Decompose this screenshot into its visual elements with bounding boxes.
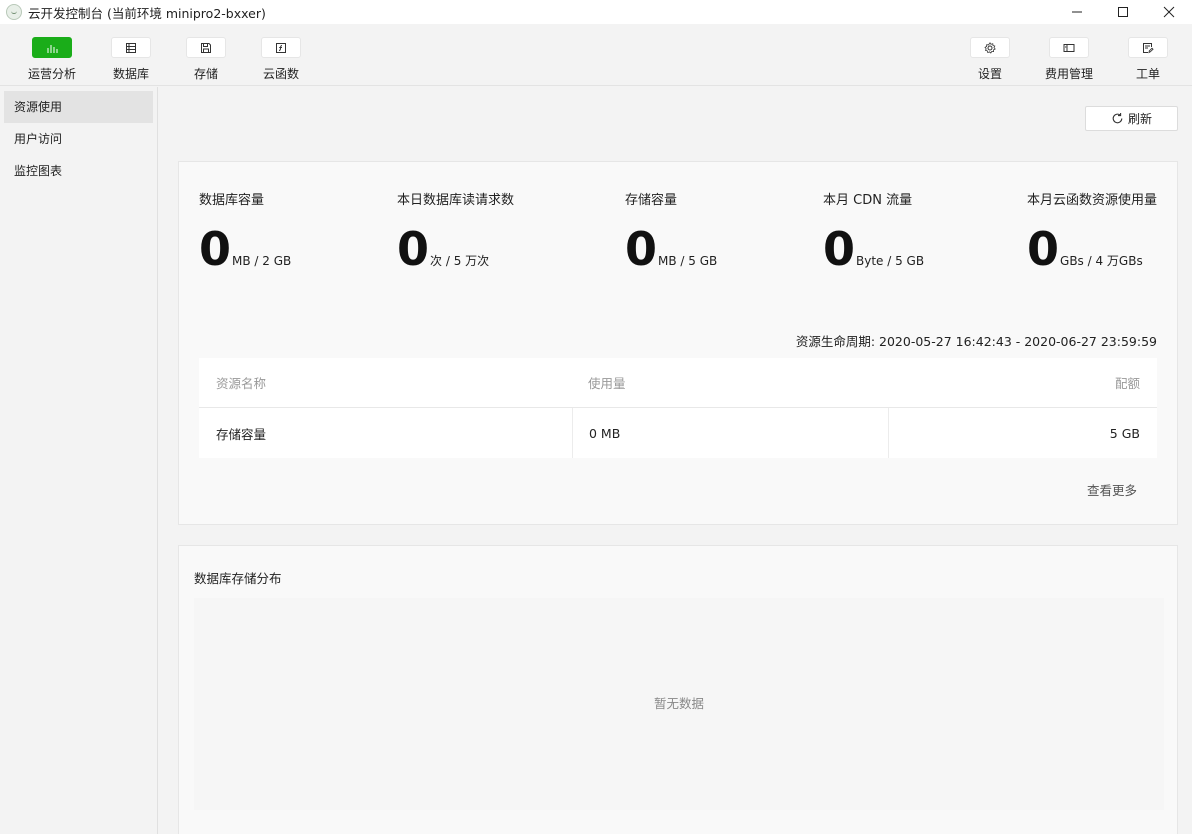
toolbar-icon-box <box>111 37 151 58</box>
table-cell: 5 GB <box>888 408 1157 458</box>
minimize-button[interactable] <box>1054 0 1100 24</box>
minimize-icon <box>1072 11 1082 13</box>
stat-db-read-requests: 本日数据库读请求数 0 次 / 5 万次 <box>397 189 514 272</box>
table-cell: 0 MB <box>572 408 888 458</box>
toolbar-billing[interactable]: 费用管理 <box>1039 37 1099 82</box>
database-icon <box>126 42 136 53</box>
view-more-link[interactable]: 查看更多 <box>1087 480 1137 499</box>
toolbar-icon-box <box>970 37 1010 58</box>
toolbar-icon-box <box>186 37 226 58</box>
stat-value: 0 Byte / 5 GB <box>823 226 924 272</box>
app-logo-icon <box>6 4 22 20</box>
toolbar-ticket[interactable]: 工单 <box>1118 37 1178 82</box>
stat-unit: Byte / 5 GB <box>856 254 925 268</box>
toolbar-label: 费用管理 <box>1044 67 1093 81</box>
card-title: 数据库存储分布 <box>194 571 282 586</box>
title-bar: 云开发控制台 (当前环境 minipro2-bxxer) <box>0 0 1192 24</box>
stat-title: 存储容量 <box>625 193 678 208</box>
close-icon <box>1163 6 1175 18</box>
stat-number: 0 <box>199 222 232 276</box>
toolbar-label: 存储 <box>193 67 218 81</box>
storage-icon <box>201 42 211 53</box>
toolbar-icon-box <box>32 37 72 58</box>
toolbar-label: 数据库 <box>112 67 149 81</box>
window-controls <box>1054 0 1192 24</box>
ticket-icon <box>1143 42 1154 53</box>
close-button[interactable] <box>1146 0 1192 24</box>
stat-title: 本日数据库读请求数 <box>397 193 515 208</box>
refresh-button[interactable]: 刷新 <box>1085 106 1178 131</box>
gear-icon <box>984 41 996 54</box>
top-toolbar: 运营分析 数据库 存储 云函数 设置 费用管理 工单 <box>0 24 1192 86</box>
stat-cloud-function-usage: 本月云函数资源使用量 0 GBs / 4 万GBs <box>1027 189 1157 272</box>
stat-unit: MB / 2 GB <box>232 254 292 268</box>
stat-number: 0 <box>1027 222 1060 276</box>
toolbar-icon-box <box>1049 37 1089 58</box>
toolbar-storage[interactable]: 存储 <box>176 37 236 82</box>
function-icon <box>276 42 286 53</box>
table-header: 资源名称 使用量 配额 <box>199 358 1157 408</box>
stat-number: 0 <box>823 222 856 276</box>
empty-state-text: 暂无数据 <box>653 696 704 711</box>
maximize-icon <box>1118 7 1128 17</box>
table-row: 存储容量 0 MB 5 GB <box>199 408 1157 458</box>
stat-number: 0 <box>397 222 430 276</box>
sidebar-item-resource-usage[interactable]: 资源使用 <box>4 91 153 123</box>
stat-value: 0 GBs / 4 万GBs <box>1027 226 1157 272</box>
toolbar-label: 设置 <box>977 67 1002 81</box>
toolbar-label: 云函数 <box>262 67 299 81</box>
toolbar-database[interactable]: 数据库 <box>101 37 161 82</box>
stat-database-capacity: 数据库容量 0 MB / 2 GB <box>199 189 291 272</box>
window-title: 云开发控制台 (当前环境 minipro2-bxxer) <box>28 5 266 21</box>
stat-unit: 次 / 5 万次 <box>430 254 490 268</box>
column-header: 使用量 <box>588 376 626 391</box>
stat-title: 本月云函数资源使用量 <box>1027 193 1158 208</box>
stat-unit: GBs / 4 万GBs <box>1060 254 1143 268</box>
resource-lifecycle: 资源生命周期: 2020-05-27 16:42:43 - 2020-06-27… <box>795 334 1157 349</box>
main-content: 刷新 数据库容量 0 MB / 2 GB 本日数据库读请求数 0 次 / 5 万… <box>158 87 1192 834</box>
db-storage-distribution-card: 数据库存储分布 暂无数据 <box>178 545 1178 834</box>
toolbar-operations-analysis[interactable]: 运营分析 <box>22 37 82 82</box>
column-header: 资源名称 <box>216 376 267 391</box>
resource-table: 资源名称 使用量 配额 存储容量 0 MB 5 GB <box>199 358 1157 458</box>
refresh-label: 刷新 <box>1127 112 1152 126</box>
toolbar-icon-box <box>261 37 301 58</box>
sidebar-item-user-access[interactable]: 用户访问 <box>4 123 153 155</box>
stat-cdn-traffic: 本月 CDN 流量 0 Byte / 5 GB <box>823 189 924 272</box>
sidebar: 资源使用 用户访问 监控图表 <box>0 87 158 834</box>
stat-storage-capacity: 存储容量 0 MB / 5 GB <box>625 189 717 272</box>
refresh-icon <box>1112 113 1123 124</box>
toolbar-settings[interactable]: 设置 <box>960 37 1020 82</box>
stat-title: 本月 CDN 流量 <box>823 193 913 208</box>
stat-number: 0 <box>625 222 658 276</box>
stat-unit: MB / 5 GB <box>658 254 718 268</box>
bar-chart-icon <box>47 44 58 53</box>
stat-value: 0 MB / 2 GB <box>199 226 291 272</box>
sidebar-item-monitor-charts[interactable]: 监控图表 <box>4 155 153 187</box>
maximize-button[interactable] <box>1100 0 1146 24</box>
toolbar-label: 运营分析 <box>27 67 76 81</box>
toolbar-label: 工单 <box>1135 67 1160 81</box>
stat-value: 0 次 / 5 万次 <box>397 226 514 272</box>
billing-icon <box>1063 43 1075 52</box>
stat-title: 数据库容量 <box>199 193 265 208</box>
toolbar-cloud-function[interactable]: 云函数 <box>251 37 311 82</box>
distribution-chart-area: 暂无数据 <box>194 598 1164 810</box>
column-header: 配额 <box>1114 376 1140 391</box>
table-cell: 存储容量 <box>216 426 267 442</box>
toolbar-icon-box <box>1128 37 1168 58</box>
resource-usage-card: 数据库容量 0 MB / 2 GB 本日数据库读请求数 0 次 / 5 万次 存… <box>178 161 1178 525</box>
stat-value: 0 MB / 5 GB <box>625 226 717 272</box>
